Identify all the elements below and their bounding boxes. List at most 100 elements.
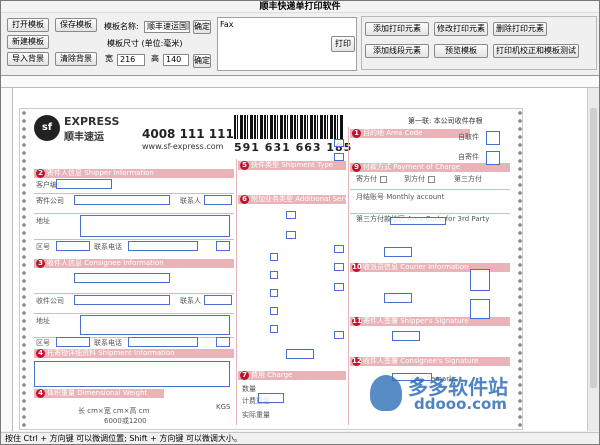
print-element-small-1[interactable] <box>216 241 230 251</box>
print-element-courier-1[interactable] <box>384 247 412 257</box>
modify-print-element-button[interactable]: 修改打印元素 <box>434 22 488 36</box>
watermark-en: ddooo.com <box>414 395 507 413</box>
status-bar: 按住 Ctrl + 方向键 可以微调位置; Shift + 方向键 可以微调大小… <box>1 432 599 444</box>
print-element-quantity[interactable] <box>258 393 284 403</box>
height-input[interactable]: 140 <box>163 54 189 66</box>
consignee-contact-label: 联系人 <box>180 297 201 305</box>
print-element-cod-amount[interactable] <box>286 211 296 219</box>
print-element-type-6[interactable] <box>334 331 344 339</box>
kgs-text: KGS <box>216 403 231 411</box>
print-element-consignee-area[interactable] <box>56 337 90 347</box>
shipment-info-section: 4 托寄物详细资料 Shipment Information <box>34 349 234 358</box>
window-title: 顺丰快递单打印软件 <box>1 1 599 13</box>
print-element-customer-code[interactable] <box>56 179 112 189</box>
preview-template-button[interactable]: 预览模板 <box>434 44 488 58</box>
horizontal-ruler <box>1 76 599 88</box>
print-element-type-5[interactable] <box>334 283 344 291</box>
shipment-type-section: 5 快件类型 Shipment Type <box>238 161 346 170</box>
copy-label: 第一联: 本公司收件存根 <box>408 117 483 125</box>
print-element-insured-value[interactable] <box>286 231 296 239</box>
add-line-element-button[interactable]: 添加线段元素 <box>365 44 429 58</box>
open-template-button[interactable]: 打开模板 <box>7 18 49 32</box>
print-element-type-3[interactable] <box>334 245 344 253</box>
pay-sender-label: 寄方付 <box>356 175 377 183</box>
print-element-service-check-3[interactable] <box>270 289 278 297</box>
barcode-icon <box>234 115 344 139</box>
print-element-shipper-area[interactable] <box>56 241 90 251</box>
add-print-element-button[interactable]: 添加打印元素 <box>365 22 429 36</box>
print-element-shipment-details[interactable] <box>34 361 230 387</box>
toolbar: 打开模板 保存模板 新建模板 导入背景 清除背景 模板名称: 顺丰速运国际 确定… <box>1 14 599 73</box>
print-element-consignee-phone[interactable] <box>128 337 198 347</box>
clear-background-button[interactable]: 清除背景 <box>55 52 97 66</box>
print-element-shipper-phone[interactable] <box>128 241 198 251</box>
design-canvas[interactable]: sf EXPRESS 顺丰速运 4008 111 111 www.sf-expr… <box>1 75 599 431</box>
confirm-size-button[interactable]: 确定 <box>193 54 211 68</box>
vertical-ruler <box>1 88 13 431</box>
dimensional-weight-section: 4 体积重量 Dimensional Weight <box>34 389 164 398</box>
brand-text: 顺丰速运 <box>64 132 104 143</box>
website-text: www.sf-express.com <box>142 142 224 151</box>
print-element-service-check-1[interactable] <box>270 253 278 261</box>
width-label: 宽 <box>105 54 113 63</box>
new-template-button[interactable]: 新建模板 <box>7 35 49 49</box>
print-element-shipper-address[interactable] <box>80 215 230 237</box>
consignee-phone-label: 联系电话 <box>94 339 122 347</box>
vertical-scrollbar[interactable] <box>587 88 599 431</box>
actual-weight-label: 实际重量 <box>242 411 270 419</box>
row-line <box>34 213 234 214</box>
template-size-label: 模板尺寸 (单位:毫米) <box>107 39 183 48</box>
print-element-service-check-5[interactable] <box>270 325 278 333</box>
print-element-shipper-company[interactable] <box>74 195 170 205</box>
print-element-consignee-address[interactable] <box>80 315 230 335</box>
row-line <box>34 193 234 194</box>
print-button[interactable]: 打印 <box>331 36 355 52</box>
consignee-company-label: 收件公司 <box>36 297 64 305</box>
fax-label: Fax <box>220 20 234 29</box>
width-input[interactable]: 216 <box>117 54 145 66</box>
print-element-self-send[interactable] <box>486 151 500 165</box>
height-label: 高 <box>151 54 159 63</box>
feed-holes-right <box>516 109 524 431</box>
template-name-input[interactable]: 顺丰速运国际 <box>144 21 190 33</box>
scrollbar-thumb[interactable] <box>590 108 597 388</box>
confirm-name-button[interactable]: 确定 <box>193 20 211 34</box>
save-template-button[interactable]: 保存模板 <box>55 18 97 32</box>
row-line <box>34 293 234 294</box>
print-element-sig-2[interactable] <box>470 299 490 319</box>
print-element-consignee-contact[interactable] <box>204 295 232 305</box>
print-element-type-4[interactable] <box>334 263 344 271</box>
printer-calibrate-button[interactable]: 打印机校正和模板测试 <box>493 44 579 58</box>
row-line <box>34 313 234 314</box>
print-element-self-pickup[interactable] <box>486 131 500 145</box>
dimensional-formula-text: 6000或1200 <box>104 417 147 425</box>
dimensions-text: 长 cm×宽 cm×高 cm <box>78 407 150 415</box>
consignee-section: 3 收件人信息 Consignee Information <box>34 259 234 268</box>
print-element-courier-2[interactable] <box>384 293 412 303</box>
shipper-company-label: 寄件公司 <box>36 197 64 205</box>
ddooo-logo-icon <box>370 375 402 411</box>
print-element-packaging-fee[interactable] <box>286 349 314 359</box>
print-element-small-2[interactable] <box>216 337 230 347</box>
consignee-signature-section: 12收件人签署 Consignee's Signature <box>350 357 510 366</box>
app-window: 顺丰快递单打印软件 打开模板 保存模板 新建模板 导入背景 清除背景 模板名称:… <box>0 0 600 445</box>
print-element-consignee-company[interactable] <box>74 273 170 283</box>
pay-sender-checkbox <box>380 176 387 183</box>
print-element-consignee-name[interactable] <box>74 295 170 305</box>
print-element-shipper-contact[interactable] <box>204 195 232 205</box>
print-element-type-2[interactable] <box>334 153 344 161</box>
feed-holes-left <box>20 109 28 431</box>
shipper-section: 2 寄件人信息 Shipper Information <box>34 169 234 178</box>
print-element-type-1[interactable] <box>334 139 344 147</box>
delete-print-element-button[interactable]: 删除打印元素 <box>493 22 547 36</box>
print-element-date[interactable] <box>392 331 420 341</box>
column-divider-2 <box>348 127 349 425</box>
print-element-sig-1[interactable] <box>470 269 490 291</box>
print-element-third-party[interactable] <box>390 217 446 225</box>
import-background-button[interactable]: 导入背景 <box>7 52 49 66</box>
print-element-service-check-2[interactable] <box>270 271 278 279</box>
print-element-service-check-4[interactable] <box>270 307 278 315</box>
shipper-area-label: 区号 <box>36 243 50 251</box>
row-line <box>34 239 234 240</box>
shipper-address-label: 地址 <box>36 217 50 225</box>
